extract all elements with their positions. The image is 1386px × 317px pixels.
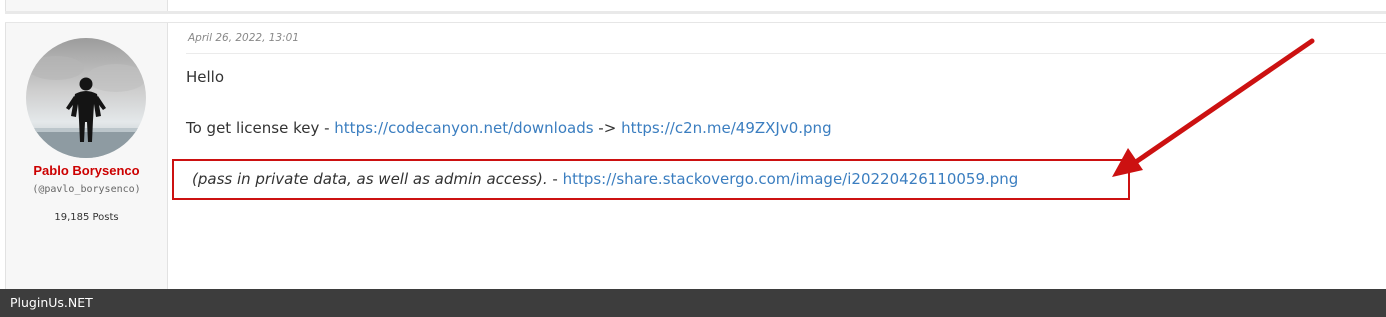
private-image-link[interactable]: https://share.stackovergo.com/image/i202… (563, 170, 1019, 188)
avatar[interactable] (26, 38, 146, 158)
previous-post-remnant (5, 0, 1386, 14)
author-name[interactable]: Pablo Borysenco (6, 163, 167, 178)
avatar-image (26, 38, 146, 158)
private-data-note: (pass in private data, as well as admin … (192, 170, 548, 188)
author-handle: (@pavlo_borysenco) (32, 184, 141, 195)
private-data-note-line: (pass in private data, as well as admin … (192, 170, 1018, 188)
post-content: April 26, 2022, 13:01 Hello To get licen… (167, 23, 1386, 290)
footer-site-name[interactable]: PluginUs.NET (10, 295, 93, 310)
screenshot-link[interactable]: https://c2n.me/49ZXJv0.png (621, 119, 832, 137)
license-arrow-text: -> (593, 119, 622, 137)
license-text: To get license key - (186, 119, 335, 137)
author-post-count: 19,185 Posts (54, 212, 119, 223)
note-dash: - (547, 170, 563, 188)
forum-post: Pablo Borysenco (@pavlo_borysenco) 19,18… (5, 22, 1386, 290)
date-divider (186, 53, 1386, 54)
post-date: April 26, 2022, 13:01 (188, 32, 300, 44)
codecanyon-downloads-link[interactable]: https://codecanyon.net/downloads (334, 119, 593, 137)
footer-bar: PluginUs.NET (0, 289, 1386, 317)
post-greeting: Hello (186, 68, 225, 86)
previous-post-sidebar (5, 0, 168, 11)
post-divider (5, 11, 1386, 14)
license-line: To get license key - https://codecanyon.… (186, 119, 832, 137)
author-sidebar: Pablo Borysenco (@pavlo_borysenco) 19,18… (5, 23, 168, 290)
